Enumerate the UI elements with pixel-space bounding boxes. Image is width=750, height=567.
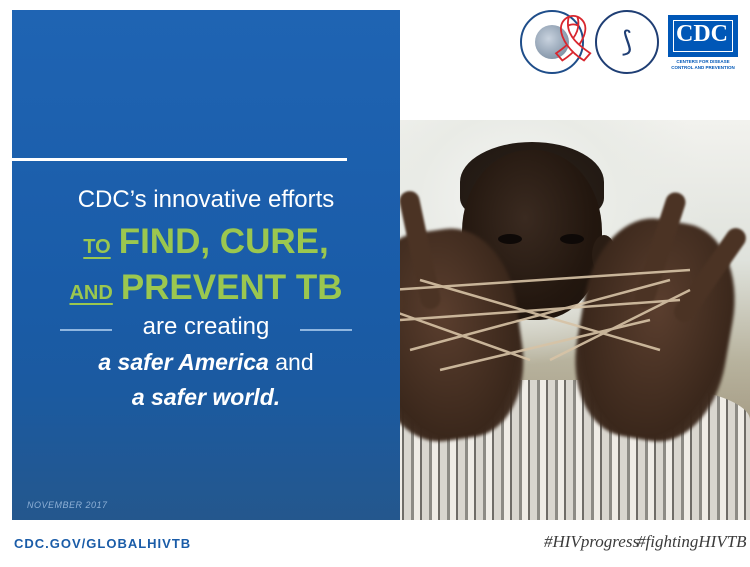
hhs-eagle-seal-icon: ⟆ (595, 10, 659, 74)
hashtag-hiv-progress: #HIVprogress (544, 532, 640, 551)
cdc-logo-icon: CDC CENTERS FOR DISEASE CONTROL AND PREV… (668, 15, 738, 73)
state-department-seal-icon: 🎗 (520, 10, 603, 74)
hashtag-fighting-hiv-tb: #fightingHIVTB (637, 532, 747, 551)
dash-right (300, 329, 352, 331)
headline-line-3: AND PREVENT TB (12, 268, 400, 308)
publish-date: NOVEMBER 2017 (27, 500, 108, 510)
cdc-logo-tagline: CENTERS FOR DISEASE CONTROL AND PREVENTI… (671, 59, 735, 70)
eagle-icon: ⟆ (621, 26, 633, 57)
headline-line-2: TO FIND, CURE, (12, 222, 400, 262)
headline-find-cure: FIND, CURE, (118, 222, 329, 261)
poster: CDC’s innovative efforts TO FIND, CURE, A… (0, 0, 750, 567)
text-and: and (268, 349, 314, 375)
cdc-logo-text: CDC (676, 21, 728, 47)
headline-line-5: a safer America and (12, 349, 400, 376)
cdc-logo-box: CDC (668, 15, 738, 57)
headline-prefix-and: AND (69, 282, 113, 304)
red-ribbon-icon: 🎗 (544, 12, 603, 64)
text-safer-america: a safer America (98, 349, 269, 375)
panel-divider (12, 158, 347, 161)
headline-prefix-to: TO (83, 236, 111, 258)
headline-line-6: a safer world. (131, 384, 281, 410)
headline-line-4: are creating (60, 313, 352, 345)
footer-url: CDC.GOV/GLOBALHIVTB (14, 536, 192, 551)
headline-prevent-tb: PREVENT TB (120, 268, 343, 307)
text-are-creating: are creating (142, 313, 270, 340)
headline-line-1: CDC’s innovative efforts (77, 186, 335, 213)
message-panel: CDC’s innovative efforts TO FIND, CURE, A… (12, 10, 400, 520)
